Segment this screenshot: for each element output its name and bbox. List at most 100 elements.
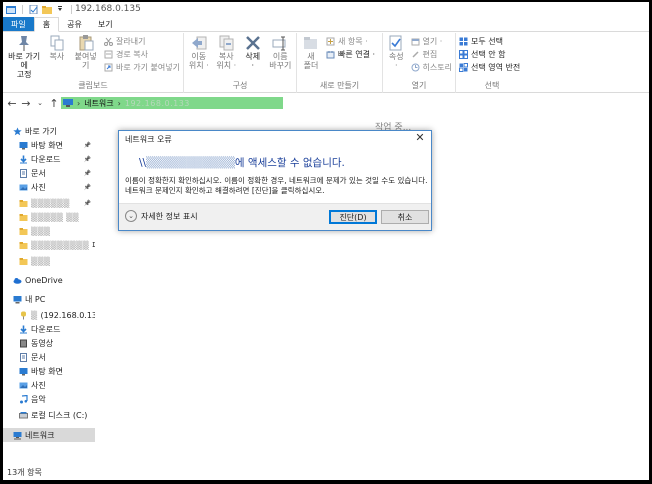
show-details-toggle[interactable]: ⌄ 자세한 정보 표시	[125, 210, 198, 222]
easy-access-button[interactable]: 빠른 연결 ·	[326, 49, 375, 60]
sidebar-item[interactable]: OneDrive	[3, 273, 95, 287]
sidebar-item[interactable]: 다운로드 📌	[3, 152, 95, 166]
sidebar-item-label: 동영상	[31, 338, 54, 348]
star-icon	[13, 127, 22, 136]
sidebar-item-label: 문서	[31, 168, 46, 178]
redacted-text: ▒▒▒	[31, 256, 51, 266]
sidebar-item[interactable]: ▒ (192.168.0.135(	[3, 308, 95, 322]
copy-path-label: 경로 복사	[116, 50, 149, 59]
divider	[71, 4, 72, 14]
pin-icon[interactable]: 📌	[84, 142, 91, 149]
address-crumb-location[interactable]: 192.168.0.133	[125, 99, 190, 108]
select-none-button[interactable]: 선택 안 함	[459, 49, 520, 60]
paste-shortcut-button[interactable]: 바로 가기 붙여넣기	[104, 62, 180, 73]
clipboard-group-label: 클립보드	[78, 81, 108, 90]
sidebar-item-label: 로컬 디스크 (C:)	[31, 410, 88, 420]
properties-icon[interactable]	[29, 4, 39, 14]
ribbon: 바로 가기에 고정 복사 붙여넣기 잘라내기 경로 복사 바로 가기 붙여넣기 …	[3, 33, 649, 93]
desktop-icon	[19, 141, 28, 150]
dialog-heading: \\▒▒▒▒▒▒▒▒▒▒▒에 액세스할 수 없습니다.	[139, 155, 345, 170]
sidebar-item[interactable]: 음악	[3, 392, 95, 406]
select-all-button[interactable]: 모두 선택	[459, 36, 520, 47]
open-button[interactable]: 열기 ·	[411, 36, 452, 47]
sidebar-item[interactable]: ▒▒▒▒▒▒ 📌	[3, 196, 95, 210]
cancel-button[interactable]: 취소	[381, 210, 429, 224]
sidebar-item[interactable]: 바탕 화면 📌	[3, 138, 95, 152]
sidebar-item-label: 사진	[31, 182, 46, 192]
redacted-text: ▒▒▒▒▒▒▒▒▒	[31, 240, 90, 250]
folder-icon	[19, 241, 28, 250]
sidebar-item[interactable]: 다운로드	[3, 322, 95, 336]
close-icon[interactable]: ✕	[413, 132, 427, 144]
quick-access-toolbar	[3, 4, 75, 14]
sidebar-item[interactable]: 문서	[3, 350, 95, 364]
sidebar-item[interactable]: 동영상	[3, 336, 95, 350]
history-button[interactable]: 히스토리	[411, 62, 452, 73]
new-item-button[interactable]: 새 항목 ·	[326, 36, 375, 47]
pin-icon[interactable]: 📌	[84, 200, 91, 207]
up-arrow-icon[interactable]: ↑	[47, 97, 61, 110]
sidebar-item[interactable]: 문서 📌	[3, 166, 95, 180]
document-icon	[19, 168, 28, 178]
paste-shortcut-icon	[104, 63, 113, 72]
redacted-text: ▒▒▒▒▒▒	[31, 198, 70, 208]
sidebar-item[interactable]: 로컬 디스크 (C:)	[3, 408, 95, 422]
pictures-icon	[19, 183, 28, 192]
download-icon	[19, 155, 28, 164]
pin-icon[interactable]: 📌	[84, 184, 91, 191]
sidebar-item[interactable]: 내 PC	[3, 292, 95, 306]
sidebar-item[interactable]: 바로 가기	[3, 124, 95, 138]
navigation-pane: 바로 가기 바탕 화면 📌 다운로드 📌 문서 📌 사진 📌 ▒▒▒▒▒▒ 📌 ▒▒▒▒▒ ▒▒ ▒▒▒…	[3, 120, 95, 442]
explorer-icon	[6, 5, 16, 14]
folder-icon	[19, 213, 28, 222]
tab-view[interactable]: 보기	[90, 17, 121, 31]
sidebar-item[interactable]: ▒▒▒▒▒ ▒▒	[3, 210, 95, 224]
sidebar-item[interactable]: 사진 📌	[3, 180, 95, 194]
pin-icon[interactable]: 📌	[84, 156, 91, 163]
cut-button[interactable]: 잘라내기	[104, 36, 180, 47]
network-error-dialog: 네트워크 오류 ✕ \\▒▒▒▒▒▒▒▒▒▒▒에 액세스할 수 없습니다. 이름…	[118, 130, 432, 231]
history-icon	[411, 63, 420, 72]
disk-icon	[19, 411, 28, 420]
tab-home[interactable]: 홈	[33, 17, 60, 32]
new-folder-icon[interactable]	[42, 5, 52, 14]
sidebar-item[interactable]: 네트워크	[3, 428, 95, 442]
recent-chevron-down-icon[interactable]: ⌄	[33, 99, 47, 107]
copy-path-button[interactable]: 경로 복사	[104, 49, 180, 60]
back-arrow-icon[interactable]: ←	[5, 97, 19, 110]
address-crumb-network[interactable]: 네트워크	[84, 98, 113, 109]
dialog-heading-suffix: 에 액세스할 수 없습니다.	[234, 157, 345, 169]
invert-selection-label: 선택 영역 반전	[471, 63, 521, 72]
diagnose-button[interactable]: 진단(D)	[329, 210, 377, 224]
sidebar-item[interactable]: 사진	[3, 378, 95, 392]
sidebar-item[interactable]: ▒▒▒	[3, 224, 95, 238]
organize-group: 이동 위치 · 복사 위치 · 삭제 · 이름 바꾸기 구성	[184, 33, 297, 93]
forward-arrow-icon[interactable]: →	[19, 97, 33, 110]
copy-path-icon	[104, 50, 113, 59]
select-all-label: 모두 선택	[471, 37, 503, 46]
folder-icon	[19, 227, 28, 236]
folder-icon	[19, 257, 28, 266]
document-icon	[19, 352, 28, 362]
select-all-icon	[459, 37, 468, 46]
open-group-label: 열기	[411, 81, 427, 90]
invert-selection-button[interactable]: 선택 영역 반전	[459, 62, 520, 73]
sidebar-item[interactable]: ▒▒▒	[3, 254, 95, 268]
tab-file[interactable]: 파일	[3, 17, 34, 31]
sidebar-item[interactable]: 바탕 화면	[3, 364, 95, 378]
download-icon	[19, 325, 28, 334]
copy-icon	[50, 35, 64, 51]
edit-label: 편집	[422, 50, 438, 59]
address-bar[interactable]: › 네트워크 › 192.168.0.133	[61, 97, 283, 109]
tab-share[interactable]: 공유	[59, 17, 90, 31]
edit-button[interactable]: 편집	[411, 49, 452, 60]
redacted-text: ▒▒▒▒▒ ▒▒	[31, 212, 80, 222]
chevron-down-icon[interactable]	[55, 5, 65, 14]
move-to-label: 이동 위치 ·	[188, 52, 209, 70]
sidebar-item[interactable]: ▒▒▒▒▒▒▒▒▒ 파일	[3, 238, 95, 252]
video-icon	[19, 339, 28, 348]
pin-icon[interactable]: 📌	[84, 170, 91, 177]
easy-access-icon	[326, 51, 335, 59]
select-group: 모두 선택 선택 안 함 선택 영역 반전 선택	[456, 33, 528, 93]
sidebar-item-label: 바로 가기	[25, 126, 57, 136]
